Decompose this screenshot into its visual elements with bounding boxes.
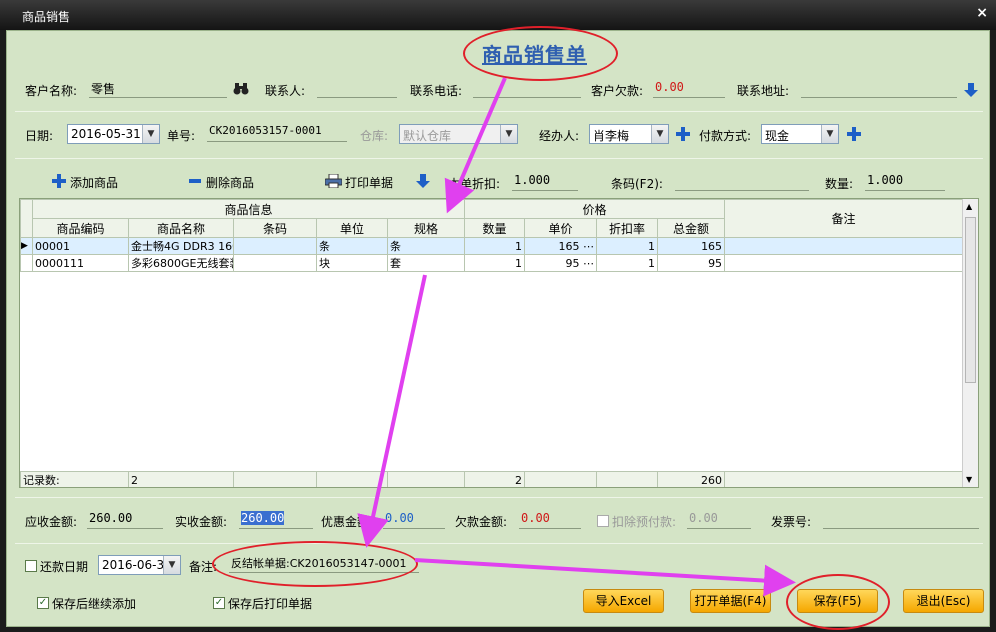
window: 商品销售 × 商品销售单 客户名称: 零售 联系人: 联系电话: 客户欠款: 0… bbox=[0, 0, 996, 632]
annotation-arrows bbox=[357, 77, 796, 597]
arrow-title-to-table bbox=[444, 77, 507, 214]
arrow-table-to-note bbox=[357, 274, 427, 548]
arrow-note-to-save bbox=[414, 558, 796, 597]
